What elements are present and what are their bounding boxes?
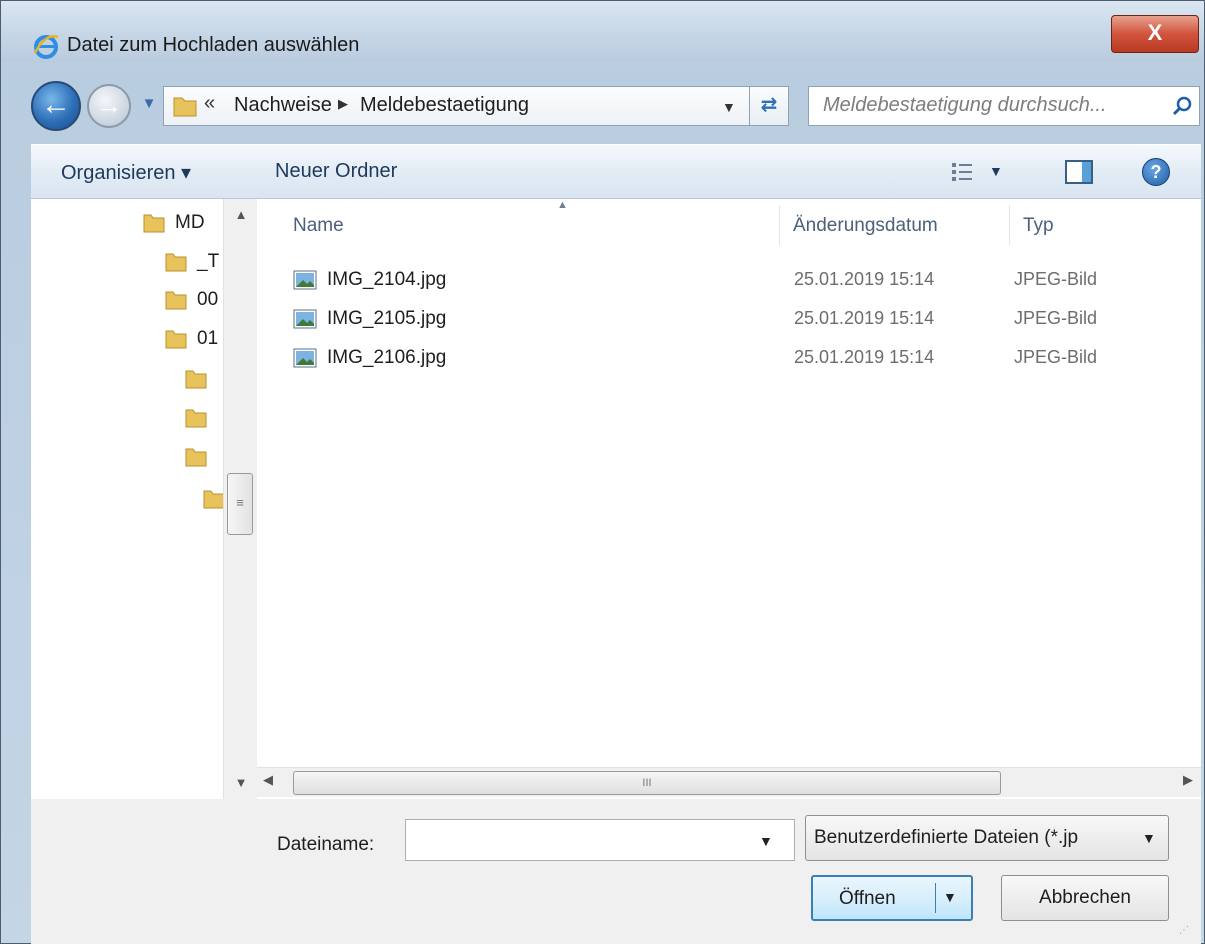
image-file-icon: [293, 348, 317, 368]
history-dropdown-icon[interactable]: ▼: [139, 94, 159, 114]
breadcrumb-separator-icon[interactable]: ▶: [338, 96, 348, 112]
breadcrumb[interactable]: « Nachweise ▶ Meldebestaetigung ▼: [163, 86, 777, 126]
title-bar[interactable]: Datei zum Hochladen auswählen X: [1, 1, 1204, 63]
filetype-select[interactable]: Benutzerdefinierte Dateien (*.jp ▼: [805, 815, 1169, 861]
folder-icon: [143, 214, 165, 233]
open-dropdown-icon[interactable]: ▼: [943, 889, 957, 905]
file-row[interactable]: IMG_2106.jpg 25.01.2019 15:14 JPEG-Bild: [287, 341, 1187, 377]
organize-button[interactable]: Organisieren ▾: [61, 160, 191, 185]
open-button[interactable]: Öffnen ▼: [811, 875, 973, 921]
image-file-icon: [293, 270, 317, 290]
folder-icon: [165, 253, 187, 272]
image-file-icon: [293, 309, 317, 329]
internet-explorer-icon: [33, 35, 59, 59]
tree-item-label: _T: [197, 251, 220, 272]
preview-pane-icon[interactable]: [1065, 160, 1093, 184]
scroll-thumb[interactable]: III: [293, 771, 1001, 795]
file-name: IMG_2105.jpg: [327, 308, 447, 329]
tree-item-label: MD: [175, 212, 205, 233]
back-button[interactable]: ←: [31, 81, 81, 131]
folder-icon: [165, 330, 187, 349]
file-date: 25.01.2019 15:14: [794, 347, 935, 367]
folder-icon: [203, 490, 225, 509]
command-bar: Organisieren ▾ Neuer Ordner ▼ ?: [31, 144, 1201, 199]
folder-icon: [185, 448, 207, 467]
navigation-pane[interactable]: MD _T 00 01 ▲ ≡ ▼: [31, 199, 257, 799]
browser-area: MD _T 00 01 ▲ ≡ ▼ ▲ Name Änderungsdatum …: [31, 199, 1201, 799]
column-divider[interactable]: [779, 205, 780, 245]
folder-icon: [173, 97, 197, 117]
file-type: JPEG-Bild: [1014, 308, 1098, 328]
help-icon[interactable]: ?: [1142, 158, 1170, 186]
filename-field[interactable]: [405, 819, 795, 861]
file-row[interactable]: IMG_2105.jpg 25.01.2019 15:14 JPEG-Bild: [287, 302, 1187, 338]
resize-grip-icon[interactable]: ⋰: [1179, 925, 1189, 936]
scroll-down-icon[interactable]: ▼: [224, 769, 257, 797]
view-dropdown-icon[interactable]: ▼: [989, 163, 1003, 179]
filename-label: Dateiname:: [277, 834, 375, 855]
file-list[interactable]: ▲ Name Änderungsdatum Typ IMG_2104.jpg 2…: [257, 199, 1201, 799]
folder-icon: [185, 409, 207, 428]
refresh-button[interactable]: ⇄: [749, 86, 789, 126]
file-row[interactable]: IMG_2104.jpg 25.01.2019 15:14 JPEG-Bild: [287, 263, 1187, 299]
tree-item-label: 01: [197, 328, 219, 349]
file-name: IMG_2104.jpg: [327, 269, 447, 290]
chevron-down-icon[interactable]: ▼: [1142, 830, 1156, 846]
dialog-footer: Dateiname: ▼ Benutzerdefinierte Dateien …: [31, 799, 1201, 944]
column-divider[interactable]: [1009, 205, 1010, 245]
split-divider: [935, 883, 936, 913]
new-folder-button[interactable]: Neuer Ordner: [275, 160, 397, 183]
path-dropdown-icon[interactable]: ▼: [722, 99, 736, 115]
breadcrumb-overflow[interactable]: «: [204, 92, 215, 115]
file-type: JPEG-Bild: [1014, 347, 1098, 367]
address-bar: ← → ▼ « Nachweise ▶ Meldebestaetigung ▼ …: [1, 76, 1204, 136]
filetype-selected: Benutzerdefinierte Dateien (*.jp: [814, 827, 1079, 848]
column-header-type[interactable]: Typ: [1023, 215, 1054, 237]
file-date: 25.01.2019 15:14: [794, 308, 935, 328]
tree-item-label: 00: [197, 289, 219, 310]
scroll-right-icon[interactable]: ▶: [1183, 772, 1193, 788]
close-button[interactable]: X: [1111, 15, 1199, 53]
column-header-name[interactable]: Name: [293, 215, 344, 237]
folder-icon: [165, 291, 187, 310]
search-placeholder: Meldebestaetigung durchsuch...: [823, 94, 1107, 116]
horizontal-scrollbar[interactable]: ◀ III ▶: [257, 767, 1201, 797]
file-type: JPEG-Bild: [1014, 269, 1098, 289]
open-button-label: Öffnen: [839, 888, 896, 909]
sort-ascending-icon: ▲: [557, 199, 568, 211]
scroll-thumb[interactable]: ≡: [227, 473, 253, 535]
folder-icon: [185, 370, 207, 389]
dialog-title: Datei zum Hochladen auswählen: [67, 34, 360, 56]
breadcrumb-segment-nachweise[interactable]: Nachweise: [234, 94, 332, 117]
filename-dropdown-icon[interactable]: ▼: [759, 833, 773, 849]
scroll-left-icon[interactable]: ◀: [263, 772, 273, 788]
file-date: 25.01.2019 15:14: [794, 269, 935, 289]
forward-button[interactable]: →: [87, 84, 131, 128]
column-header-date[interactable]: Änderungsdatum: [793, 215, 938, 237]
search-icon[interactable]: [1171, 95, 1193, 117]
file-open-dialog: Datei zum Hochladen auswählen X ← → ▼ « …: [0, 0, 1205, 944]
search-input[interactable]: Meldebestaetigung durchsuch...: [808, 86, 1200, 126]
file-name: IMG_2106.jpg: [327, 347, 447, 368]
scroll-up-icon[interactable]: ▲: [224, 201, 257, 229]
breadcrumb-segment-meldebestaetigung[interactable]: Meldebestaetigung: [360, 94, 529, 117]
nav-scrollbar[interactable]: ▲ ≡ ▼: [223, 199, 257, 799]
cancel-button[interactable]: Abbrechen: [1001, 875, 1169, 921]
view-options-icon[interactable]: [951, 161, 973, 183]
